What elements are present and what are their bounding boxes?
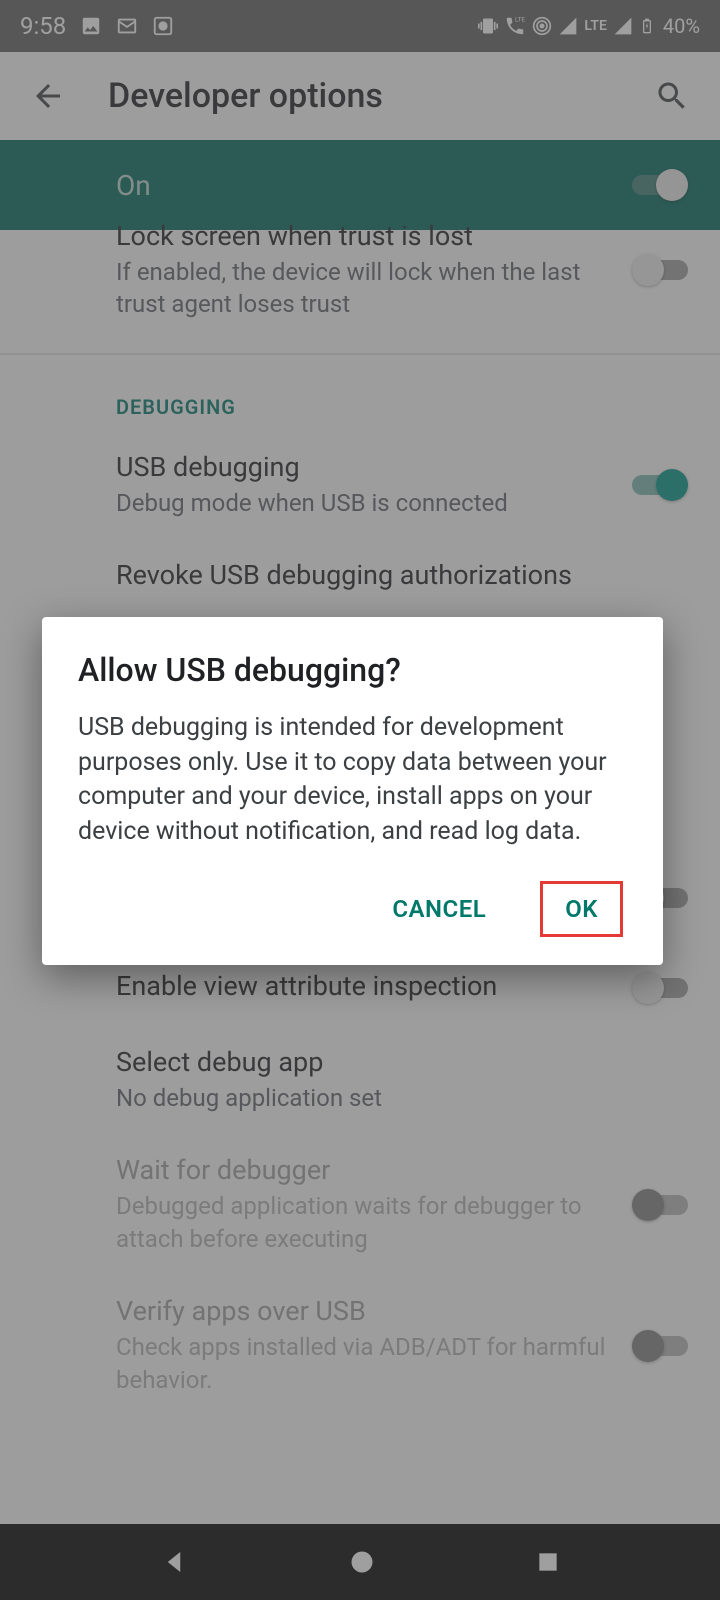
ok-button[interactable]: OK bbox=[540, 881, 623, 937]
dialog-title: Allow USB debugging? bbox=[78, 651, 627, 689]
dialog-body: USB debugging is intended for developmen… bbox=[78, 711, 627, 849]
usb-debugging-dialog: Allow USB debugging? USB debugging is in… bbox=[42, 617, 663, 965]
cancel-button[interactable]: CANCEL bbox=[374, 881, 504, 937]
dialog-actions: CANCEL OK bbox=[78, 873, 627, 945]
